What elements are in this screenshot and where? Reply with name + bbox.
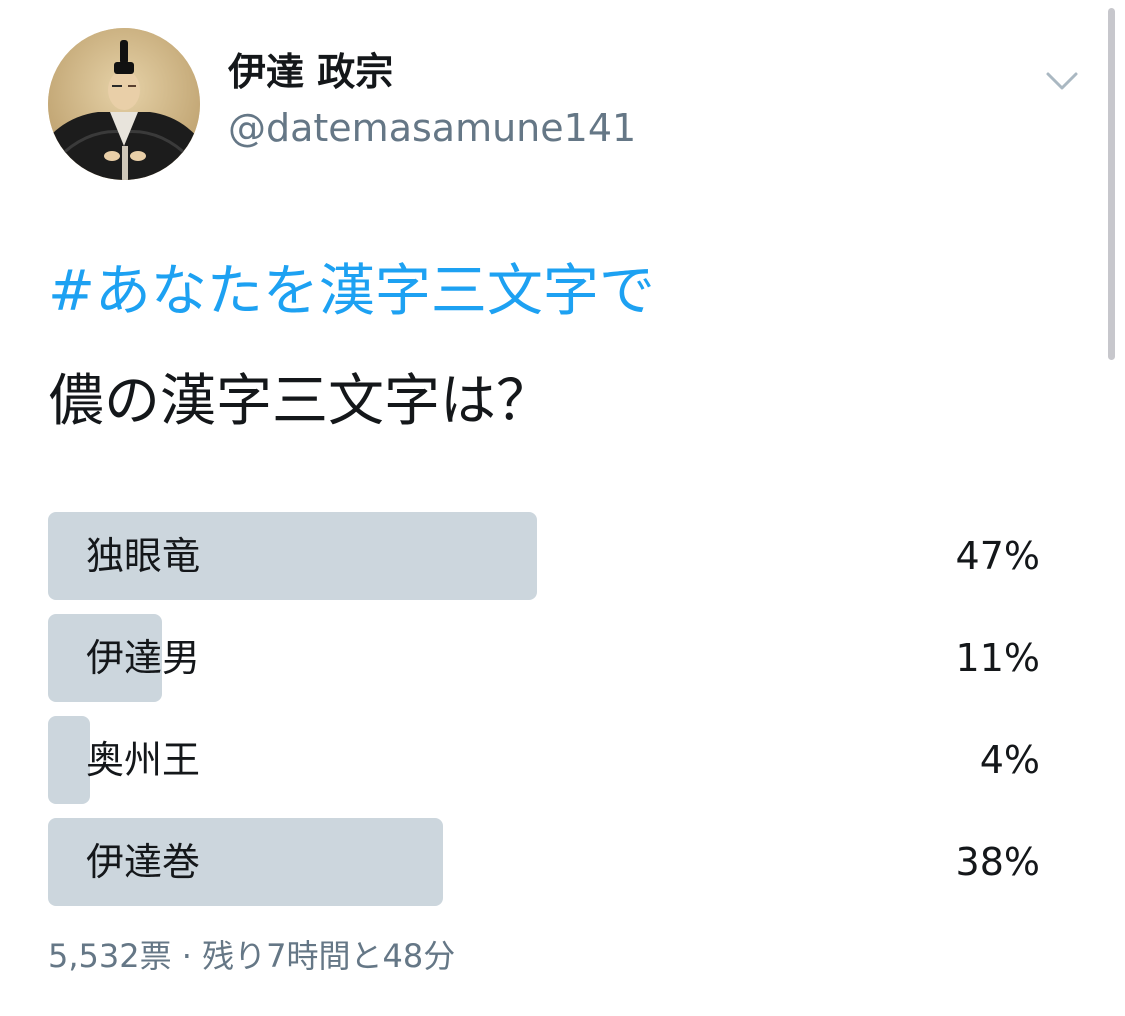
- poll-option-label: 伊達男: [86, 636, 201, 680]
- poll-option-label: 伊達巻: [86, 840, 201, 884]
- poll-option-label: 奥州王: [86, 738, 201, 782]
- poll-option: 伊達男 11%: [48, 614, 1048, 702]
- scrollbar[interactable]: [1108, 8, 1115, 360]
- poll-option-percent: 47%: [955, 534, 1040, 578]
- poll: 独眼竜 47% 伊達男 11% 奥州王 4% 伊達巻 38%: [48, 512, 1048, 920]
- poll-option: 伊達巻 38%: [48, 818, 1048, 906]
- poll-option-percent: 38%: [955, 840, 1040, 884]
- avatar[interactable]: [48, 28, 200, 180]
- tweet-card: 伊達 政宗 @datemasamune141 #あなたを漢字三文字で 儂の漢字三…: [0, 0, 1125, 1016]
- poll-option: 独眼竜 47%: [48, 512, 1048, 600]
- poll-bar: [48, 716, 90, 804]
- samurai-portrait-icon: [48, 28, 200, 180]
- hashtag-link[interactable]: #あなたを漢字三文字で: [48, 256, 655, 328]
- user-handle[interactable]: @datemasamune141: [228, 104, 636, 152]
- poll-option: 奥州王 4%: [48, 716, 1048, 804]
- poll-option-label: 独眼竜: [86, 534, 201, 578]
- tweet-text: 儂の漢字三文字は？: [48, 369, 552, 434]
- poll-option-percent: 11%: [955, 636, 1040, 680]
- poll-summary: 5,532票 · 残り7時間と48分: [48, 937, 456, 975]
- display-name[interactable]: 伊達 政宗: [228, 48, 393, 96]
- chevron-down-icon[interactable]: [1040, 60, 1084, 104]
- poll-option-percent: 4%: [979, 738, 1040, 782]
